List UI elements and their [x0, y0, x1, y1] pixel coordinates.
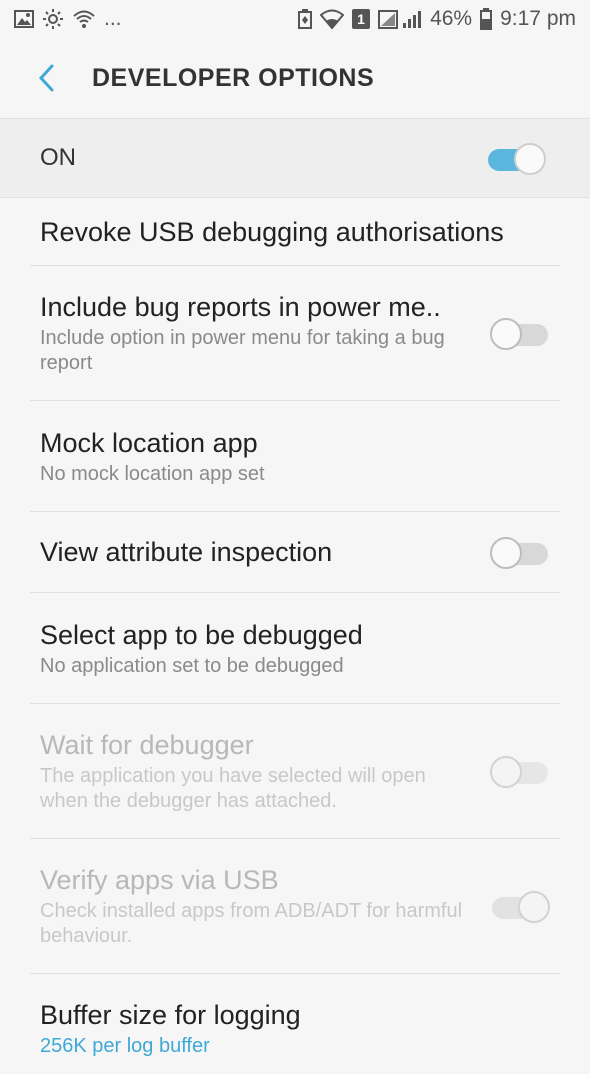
status-bar: ... 1 46% 9:17 pm — [0, 0, 590, 38]
setting-subtitle: Check installed apps from ADB/ADT for ha… — [40, 900, 463, 947]
setting-title: Verify apps via USB — [40, 865, 279, 895]
signal-icon — [378, 8, 422, 30]
image-icon — [14, 10, 34, 28]
setting-select-debug-app[interactable]: Select app to be debugged No application… — [30, 593, 560, 704]
chevron-left-icon — [38, 64, 54, 92]
setting-subtitle: No mock location app set — [40, 462, 265, 485]
setting-text: Include bug reports in power me.. Includ… — [40, 290, 466, 376]
status-bar-notifications: ... — [14, 7, 122, 31]
setting-text: View attribute inspection — [40, 535, 466, 569]
setting-subtitle: 256K per log buffer — [40, 1035, 210, 1057]
wait-for-debugger-toggle — [490, 754, 550, 788]
setting-title: Select app to be debugged — [40, 619, 363, 650]
sim-badge: 1 — [352, 9, 371, 29]
toggle-thumb — [514, 143, 546, 175]
setting-subtitle: Include option in power menu for taking … — [40, 327, 445, 374]
setting-title: Wait for debugger — [40, 730, 254, 760]
verify-apps-toggle — [490, 889, 550, 923]
status-bar-system: 1 46% 9:17 pm — [298, 7, 576, 31]
settings-list: Revoke USB debugging authorisations Incl… — [0, 198, 590, 1074]
setting-subtitle: No application set to be debugged — [40, 654, 344, 677]
battery-percent: 46% — [430, 7, 473, 30]
setting-text: Buffer size for logging 256K per log buf… — [40, 998, 550, 1059]
app-header: DEVELOPER OPTIONS — [0, 38, 590, 118]
overflow-indicator: ... — [104, 7, 122, 30]
setting-text: Verify apps via USB Check installed apps… — [40, 863, 466, 949]
setting-view-attribute-inspection[interactable]: View attribute inspection — [30, 512, 560, 593]
page-title: DEVELOPER OPTIONS — [92, 63, 375, 92]
setting-text: Wait for debugger The application you ha… — [40, 728, 466, 814]
setting-title: Mock location app — [40, 427, 258, 458]
toggle-thumb — [490, 756, 522, 788]
bug-reports-toggle[interactable] — [490, 316, 550, 350]
battery-saver-icon — [298, 9, 313, 29]
master-switch-row[interactable]: ON — [0, 118, 590, 198]
master-switch-label: ON — [40, 144, 76, 171]
setting-title: View attribute inspection — [40, 537, 333, 567]
back-button[interactable] — [26, 58, 66, 98]
wifi-call-icon — [72, 9, 96, 29]
battery-icon — [480, 8, 493, 30]
toggle-thumb — [490, 537, 522, 569]
setting-title: Buffer size for logging — [40, 1000, 301, 1030]
setting-buffer-size-logging[interactable]: Buffer size for logging 256K per log buf… — [30, 974, 560, 1074]
toggle-thumb — [490, 318, 522, 350]
setting-revoke-usb-debugging[interactable]: Revoke USB debugging authorisations — [30, 198, 560, 266]
setting-text: Revoke USB debugging authorisations — [40, 215, 550, 249]
wifi-icon — [320, 9, 345, 29]
clock: 9:17 pm — [500, 7, 576, 30]
setting-subtitle: The application you have selected will o… — [40, 765, 426, 812]
setting-mock-location-app[interactable]: Mock location app No mock location app s… — [30, 401, 560, 512]
setting-title: Include bug reports in power me.. — [40, 292, 441, 322]
setting-title: Revoke USB debugging authorisations — [40, 216, 504, 247]
toggle-thumb — [518, 891, 550, 923]
view-attribute-toggle[interactable] — [490, 535, 550, 569]
setting-text: Mock location app No mock location app s… — [40, 426, 550, 487]
brightness-icon — [42, 9, 64, 29]
setting-verify-apps-usb: Verify apps via USB Check installed apps… — [30, 839, 560, 974]
setting-text: Select app to be debugged No application… — [40, 618, 550, 679]
setting-wait-for-debugger: Wait for debugger The application you ha… — [30, 704, 560, 839]
master-switch-toggle[interactable] — [486, 141, 546, 175]
setting-bug-reports-power-menu[interactable]: Include bug reports in power me.. Includ… — [30, 266, 560, 401]
